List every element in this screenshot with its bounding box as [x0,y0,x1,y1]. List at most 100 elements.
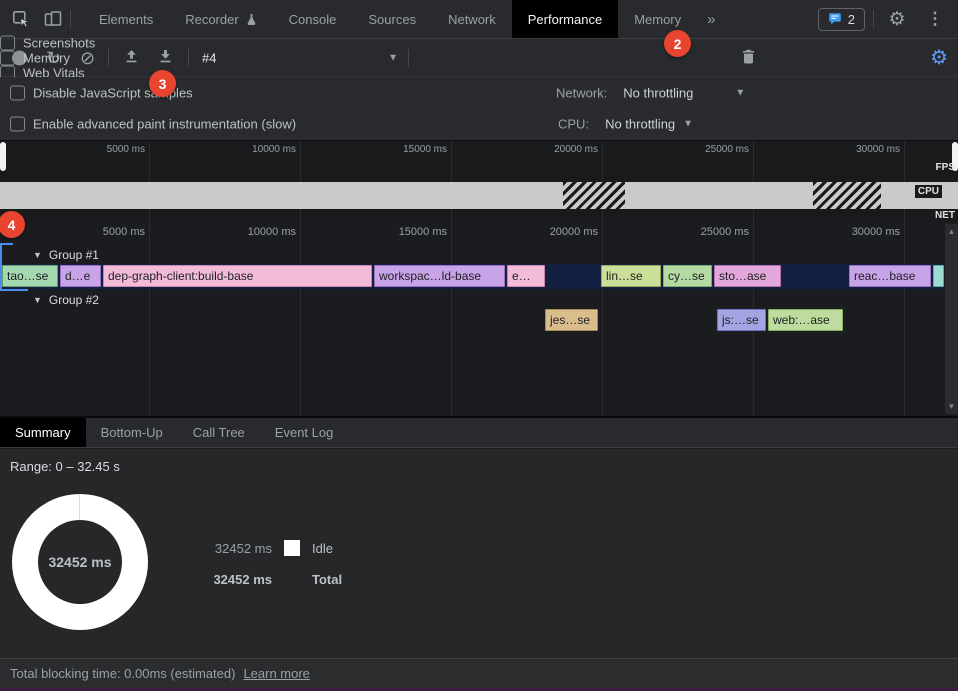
timeline-tick-label: 5000 ms [103,226,149,238]
timeline-event-bar[interactable]: reac…base [849,265,931,287]
network-throttling-select[interactable]: Network: No throttling ▼ [556,86,745,101]
trash-icon[interactable] [742,49,755,67]
timeline-event-bar[interactable]: sto…ase [714,265,781,287]
profile-select[interactable]: #4 ▼ [202,50,398,65]
details-tab[interactable]: Call Tree [178,418,260,447]
timeline-event-bar[interactable]: workspac…ld-base [374,265,505,287]
divider [188,49,189,67]
timeline-event-label: tao…se [7,269,48,283]
legend-label: Idle [312,541,333,556]
details-tab[interactable]: Bottom-Up [86,418,178,447]
advanced-paint-checkbox[interactable]: Enable advanced paint instrumentation (s… [10,117,296,132]
learn-more-link[interactable]: Learn more [243,666,309,681]
overview-cpu-band [0,182,958,209]
timeline-event-label: cy…se [668,269,705,283]
save-profile-icon[interactable] [158,49,173,67]
timeline-event-label: reac…base [854,269,915,283]
overview-tick-label: 10000 ms [252,144,300,155]
group1-header[interactable]: ▼ Group #1 [0,246,99,264]
cpu-label: CPU: [558,117,589,132]
tutorial-badge-3[interactable]: 3 [149,70,176,97]
overview-tick-label: 30000 ms [856,144,904,155]
group1-label: Group #1 [49,248,99,262]
checkbox-box [0,35,15,50]
timeline-event-bar[interactable]: e… [507,265,545,287]
scroll-down-icon[interactable]: ▼ [945,402,958,411]
summary-donut-chart: 32452 ms [12,494,148,630]
main-tabbar: Elements Recorder Console [0,0,958,39]
details-tab[interactable]: Event Log [260,418,349,447]
timeline-event-bar[interactable]: web:…ase [768,309,843,331]
load-profile-icon[interactable] [124,49,139,67]
collapse-triangle-icon: ▼ [33,250,42,260]
toolbar-checkbox[interactable]: Screenshots [0,35,95,50]
divider [408,49,409,67]
timeline-event-bar[interactable]: js:…se [717,309,766,331]
chevron-down-icon: ▼ [735,88,745,99]
legend-label: Total [312,572,342,587]
timeline-event-label: web:…ase [773,313,830,327]
legend-row: 32452 ms Idle [200,537,342,559]
overview-tick-label: 15000 ms [403,144,451,155]
group2-bars: jes…se js:…se web:…ase [0,309,944,331]
checkbox-box [10,117,25,132]
more-tabs-button[interactable]: » [697,11,725,28]
panel-tab[interactable]: Elements [83,0,169,38]
panel-tab[interactable]: Sources [352,0,432,38]
tabbar-right: 2 ⚙ ⋮ [818,5,958,33]
scroll-up-icon[interactable]: ▲ [945,227,958,236]
panel-tab[interactable]: Performance [512,0,618,38]
settings-gear-icon[interactable]: ⚙ [882,5,912,33]
timeline-event-label: jes…se [550,313,590,327]
cpu-value: No throttling [605,117,675,132]
devtools-window: Elements Recorder Console [0,0,958,691]
panel-tab[interactable]: Console [273,0,353,38]
timeline-event-bar[interactable]: dep-graph-client:build-base [103,265,372,287]
profile-select-value: #4 [202,50,216,65]
timeline-event-bar[interactable]: cy…se [663,265,712,287]
checkbox-box [0,50,15,65]
toolbar-checkbox[interactable]: Memory [0,50,95,65]
inspect-element-icon[interactable] [6,5,36,33]
details-tab-label: Call Tree [193,425,245,440]
toolbar-checkboxes: Screenshots Memory Web Vitals [0,35,95,80]
timeline-event-bar[interactable] [933,265,944,287]
timeline-event-label: lin…se [606,269,643,283]
group2-header[interactable]: ▼ Group #2 [0,291,99,309]
legend-value: 32452 ms [200,572,272,587]
divider [70,10,71,28]
cpu-idle-hatch [563,182,625,209]
cpu-throttling-select[interactable]: CPU: No throttling ▼ [558,117,693,132]
tutorial-badge-2[interactable]: 2 [664,30,691,57]
details-tab[interactable]: Summary [0,418,86,447]
overview-left-handle[interactable] [0,142,6,171]
timeline-tick-label: 25000 ms [701,226,753,238]
overview-tick-label: 20000 ms [554,144,602,155]
timeline-event-bar[interactable]: tao…se [2,265,58,287]
tabbar-lead [0,5,75,33]
issues-chat-icon [828,12,842,26]
timeline-event-bar[interactable]: lin…se [601,265,661,287]
timeline-event-bar[interactable]: d…e [60,265,101,287]
panel-tab-label: Network [448,12,496,27]
timeline-tick-label: 15000 ms [399,226,451,238]
flask-icon [246,13,257,26]
vertical-scrollbar[interactable]: ▲ ▼ [944,224,958,414]
panel-tab[interactable]: Recorder [169,0,272,38]
kebab-menu-icon[interactable]: ⋮ [920,5,950,33]
panel-tab-label: Sources [368,12,416,27]
legend-value: 32452 ms [200,541,272,556]
device-toolbar-icon[interactable] [38,5,68,33]
timeline-event-bar[interactable]: jes…se [545,309,598,331]
group1-bars: tao…se d…e dep-graph-client:build-base w… [0,265,944,287]
panel-tab-label: Memory [634,12,681,27]
timeline-overview[interactable]: 5000 ms10000 ms15000 ms20000 ms25000 ms3… [0,140,958,223]
issues-counter[interactable]: 2 [818,8,865,31]
panel-tab-label: Console [289,12,337,27]
panel-tab[interactable]: Network [432,0,512,38]
panel-tab-label: Elements [99,12,153,27]
flame-chart[interactable]: 5000 ms10000 ms15000 ms20000 ms25000 ms3… [0,222,958,416]
capture-settings-gear-icon[interactable]: ⚙ [930,48,948,68]
panel-tab-label: Performance [528,12,602,27]
timeline-event-label: js:…se [722,313,759,327]
